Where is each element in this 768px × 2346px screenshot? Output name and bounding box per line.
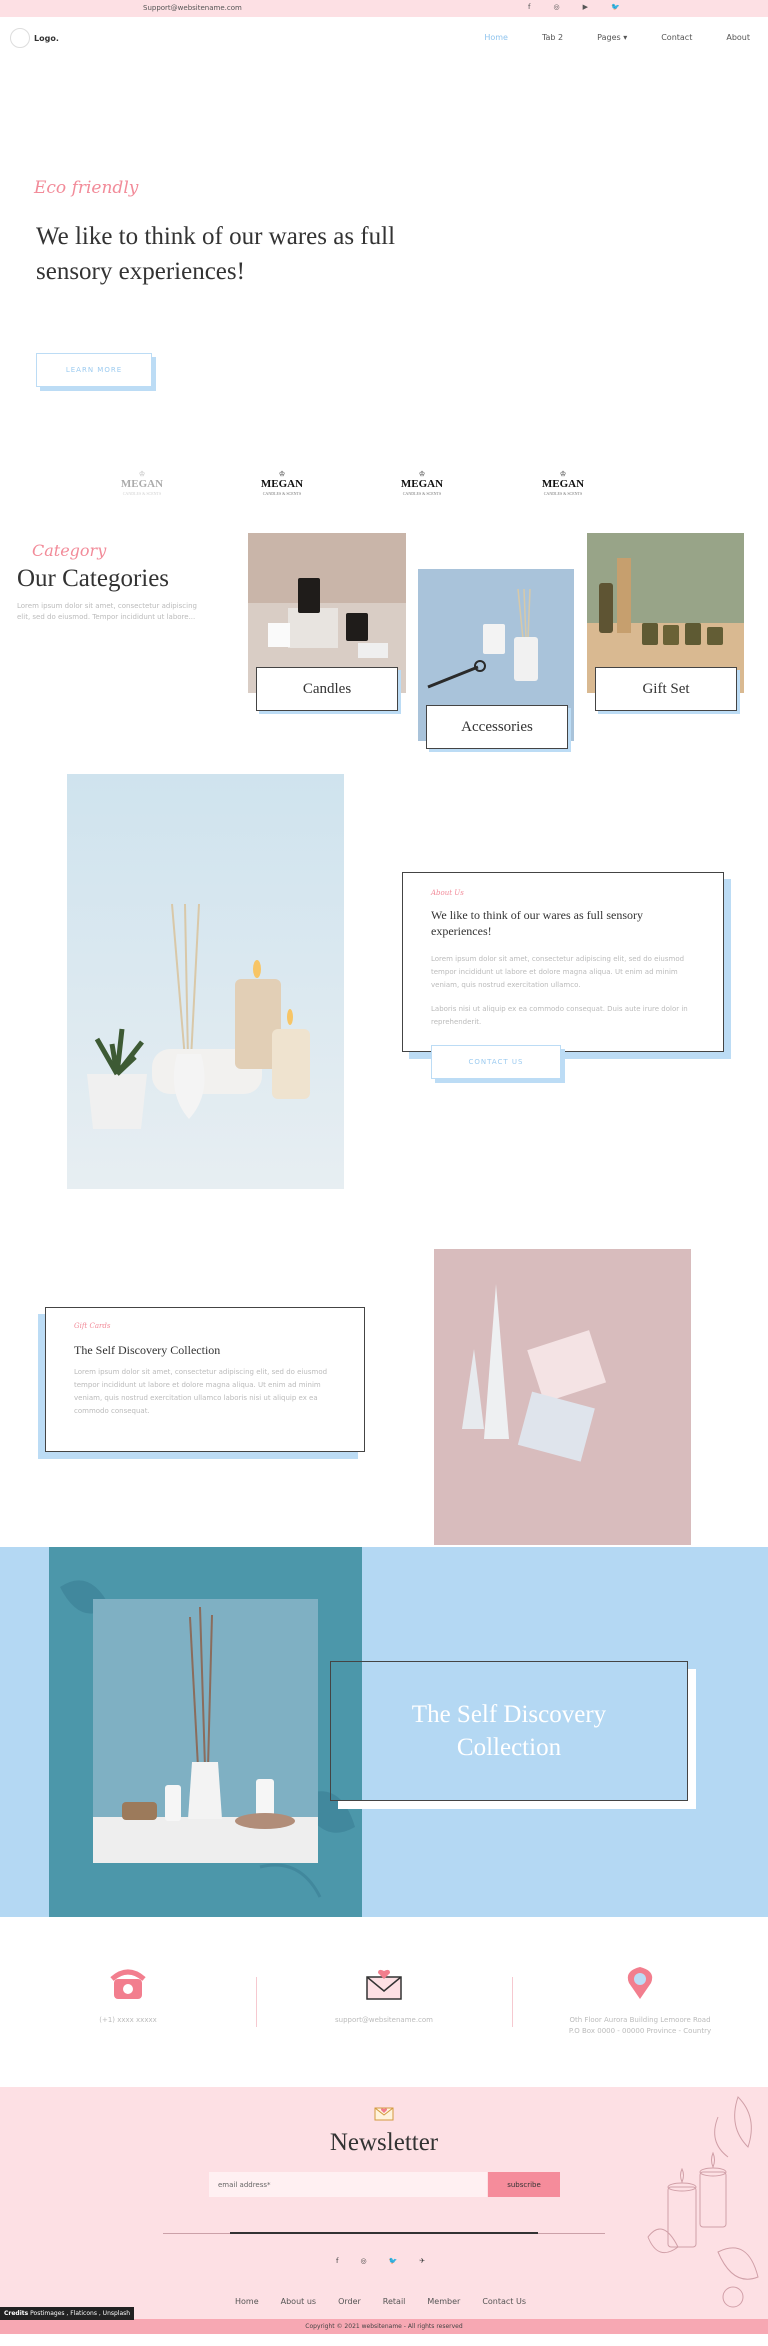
address-line-1: Oth Floor Aurora Building Lemoore Road bbox=[569, 2016, 711, 2024]
discovery-title: The Self Discovery Collection bbox=[74, 1343, 221, 1357]
subscribe-button[interactable]: subscribe bbox=[488, 2172, 560, 2197]
credits-badge: Credits Postimages , Flaticons , Unsplas… bbox=[0, 2307, 135, 2320]
about-card: About Us We like to think of our wares a… bbox=[402, 872, 724, 1079]
logo-text: Logo. bbox=[34, 33, 59, 43]
hero-script-tag: Eco friendly bbox=[34, 178, 139, 198]
phone-number[interactable]: (+1) xxxx xxxxx bbox=[99, 2016, 157, 2024]
twitter-icon[interactable]: 🐦 bbox=[389, 2257, 398, 2265]
hero-section: Eco friendly We like to think of our war… bbox=[0, 57, 768, 435]
discovery-section: Gift Cards The Self Discovery Collection… bbox=[0, 1243, 768, 1547]
about-section: About Us We like to think of our wares a… bbox=[0, 763, 768, 1243]
category-card-accessories[interactable]: Accessories bbox=[426, 705, 568, 749]
footer-link-member[interactable]: Member bbox=[427, 2297, 460, 2306]
nav-item-about[interactable]: About bbox=[726, 33, 750, 42]
brand-name: MEGAN bbox=[120, 478, 164, 490]
brand-name: MEGAN bbox=[541, 478, 585, 490]
discovery-tag: Gift Cards bbox=[74, 1322, 111, 1330]
categories-section: Category Our Categories Lorem ipsum dolo… bbox=[0, 533, 768, 763]
email-address[interactable]: support@websitename.com bbox=[335, 2016, 433, 2024]
brand-crest-icon: ♔ bbox=[418, 470, 426, 478]
category-script-tag: Category bbox=[32, 541, 107, 560]
footer-link-about-us[interactable]: About us bbox=[281, 2297, 316, 2306]
credits-text[interactable]: Postimages , Flaticons , Unsplash bbox=[30, 2310, 130, 2317]
footer-divider-accent bbox=[230, 2232, 538, 2234]
about-photo bbox=[67, 774, 344, 1189]
candle-illustration bbox=[647, 2096, 759, 2308]
about-text-1: Lorem ipsum dolor sit amet, consectetur … bbox=[431, 955, 685, 989]
newsletter-email-input[interactable] bbox=[209, 2172, 487, 2197]
brand-crest-icon: ♔ bbox=[278, 470, 286, 478]
brand-logo: ♔ MEGAN CANDLES & SCENTS bbox=[392, 470, 452, 497]
contact-section: (+1) xxxx xxxxx support@websitename.com … bbox=[0, 1917, 768, 2087]
hero-heading: We like to think of our wares as full se… bbox=[36, 223, 396, 285]
twitter-icon[interactable]: 🐦 bbox=[611, 3, 620, 11]
collection-banner: The Self Discovery Collection bbox=[0, 1547, 768, 1917]
brand-logo: ♔ MEGAN CANDLES & SCENTS bbox=[112, 470, 172, 497]
brand-logo: ♔ MEGAN CANDLES & SCENTS bbox=[533, 470, 593, 497]
categories-description: Lorem ipsum dolor sit amet, consectetur … bbox=[17, 602, 197, 621]
logo-icon bbox=[10, 28, 30, 48]
envelope-icon bbox=[374, 2107, 394, 2121]
nav-item-contact[interactable]: Contact bbox=[661, 33, 692, 42]
main-nav: Logo. Home Tab 2 Pages ▾ Contact About bbox=[0, 17, 768, 57]
logo[interactable]: Logo. bbox=[10, 28, 59, 48]
categories-heading: Our Categories bbox=[17, 565, 170, 592]
top-bar: Support@websitename.com f ◎ ▶ 🐦 bbox=[0, 0, 768, 17]
nav-item-tab-2[interactable]: Tab 2 bbox=[542, 33, 563, 42]
discovery-photo bbox=[434, 1249, 691, 1545]
top-social-links: f ◎ ▶ 🐦 bbox=[528, 3, 620, 11]
nav-item-home[interactable]: Home bbox=[484, 33, 508, 42]
instagram-icon[interactable]: ◎ bbox=[553, 3, 559, 11]
category-card-candles[interactable]: Candles bbox=[256, 667, 398, 711]
phone-icon bbox=[110, 1969, 146, 1999]
footer-link-contact-us[interactable]: Contact Us bbox=[482, 2297, 526, 2306]
footer-link-order[interactable]: Order bbox=[338, 2297, 361, 2306]
brand-name: MEGAN bbox=[400, 478, 444, 490]
learn-more-button[interactable]: LEARN MORE bbox=[36, 353, 152, 387]
address-line-2: P.O Box 0000 - 00000 Province - Country bbox=[568, 2027, 712, 2035]
youtube-icon[interactable]: ▶ bbox=[583, 3, 588, 11]
newsletter-section: Newsletter subscribe f ◎ 🐦 ✈ Home About … bbox=[0, 2087, 768, 2320]
mail-heart-icon bbox=[366, 1969, 402, 2000]
facebook-icon[interactable]: f bbox=[528, 3, 530, 11]
contact-us-button[interactable]: CONTACT US bbox=[431, 1045, 561, 1079]
footer-link-retail[interactable]: Retail bbox=[383, 2297, 406, 2306]
support-email[interactable]: Support@websitename.com bbox=[143, 4, 242, 12]
category-card-gift-set[interactable]: Gift Set bbox=[595, 667, 737, 711]
facebook-icon[interactable]: f bbox=[336, 2257, 338, 2265]
nav-item-pages[interactable]: Pages ▾ bbox=[597, 33, 627, 42]
discovery-card: Gift Cards The Self Discovery Collection… bbox=[45, 1307, 365, 1452]
discovery-text: Lorem ipsum dolor sit amet, consectetur … bbox=[74, 1368, 328, 1415]
about-text-2: Laboris nisi ut aliquip ex ea commodo co… bbox=[431, 1005, 688, 1026]
brand-name: MEGAN bbox=[260, 478, 304, 490]
brand-crest-icon: ♔ bbox=[559, 470, 567, 478]
about-title: We like to think of our wares as full se… bbox=[431, 908, 643, 938]
contact-address: Oth Floor Aurora Building Lemoore Road P… bbox=[512, 1965, 768, 2037]
credits-label: Credits bbox=[4, 2310, 29, 2317]
nav-menu: Home Tab 2 Pages ▾ Contact About bbox=[484, 33, 750, 42]
footer-links: Home About us Order Retail Member Contac… bbox=[235, 2297, 526, 2306]
location-pin-icon bbox=[627, 1967, 653, 1999]
footer-social-links: f ◎ 🐦 ✈ bbox=[336, 2257, 425, 2265]
banner-title: The Self Discovery Collection bbox=[330, 1661, 688, 1801]
footer-link-home[interactable]: Home bbox=[235, 2297, 259, 2306]
brand-logos: ♔ MEGAN CANDLES & SCENTS ♔ MEGAN CANDLES… bbox=[0, 435, 768, 533]
instagram-icon[interactable]: ◎ bbox=[360, 2257, 366, 2265]
contact-email: support@websitename.com bbox=[256, 1965, 512, 2026]
contact-phone: (+1) xxxx xxxxx bbox=[0, 1965, 256, 2026]
brand-crest-icon: ♔ bbox=[138, 470, 146, 478]
copyright-bar: Copyright © 2021 websitename - All right… bbox=[0, 2319, 768, 2334]
telegram-icon[interactable]: ✈ bbox=[419, 2257, 425, 2265]
about-tag: About Us bbox=[431, 889, 464, 897]
brand-logo: ♔ MEGAN CANDLES & SCENTS bbox=[252, 470, 312, 497]
